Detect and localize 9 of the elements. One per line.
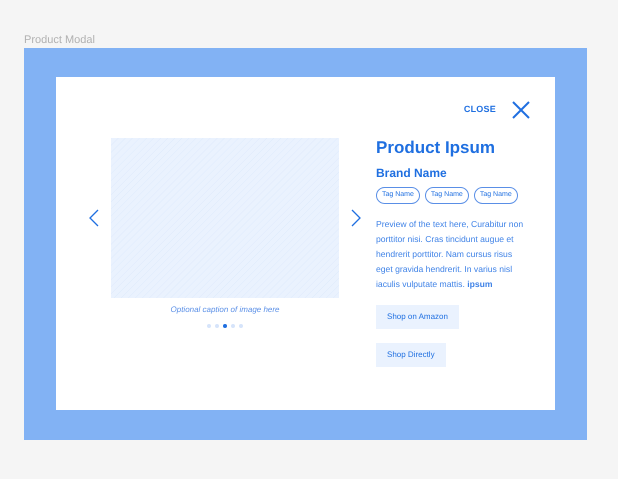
product-description: Preview of the text here, Curabitur non porttitor nisi. Cras tincidunt augue et hendrerit porttitor. Nam cursus risus eget gravida hendrerit. In varius nisl iaculis vulputate mattis. ipsum — [376, 218, 524, 291]
brand-name: Brand Name — [376, 165, 448, 182]
frame-label: Product Modal — [24, 33, 96, 47]
close-icon[interactable] — [512, 101, 530, 119]
image-caption: Optional caption of image here — [170, 304, 280, 316]
product-title: Product Ipsum — [376, 138, 496, 158]
shop-button[interactable]: Shop Directly — [376, 342, 446, 366]
close-button[interactable]: CLOSE — [464, 103, 496, 117]
shop-button[interactable]: Shop on Amazon — [376, 304, 459, 328]
